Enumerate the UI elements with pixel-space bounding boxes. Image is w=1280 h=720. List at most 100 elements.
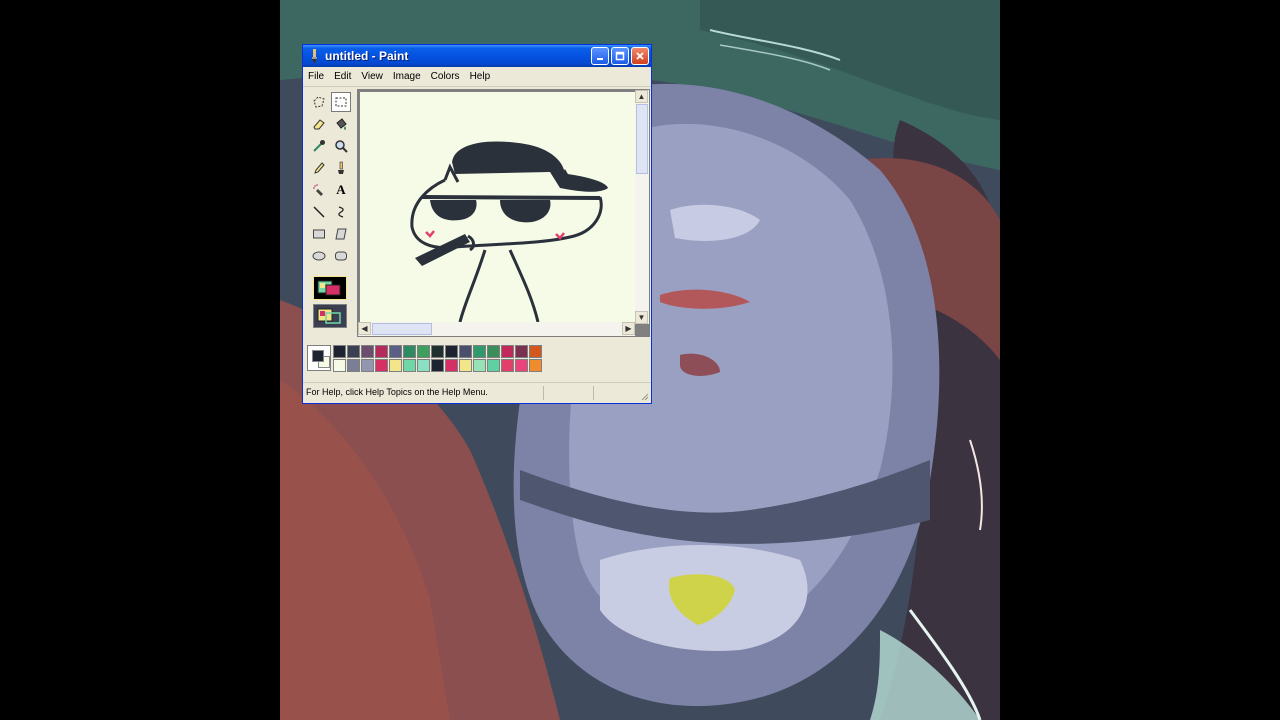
menu-bar: File Edit View Image Colors Help — [303, 68, 651, 87]
tool-text[interactable]: A — [331, 180, 351, 200]
palette-color[interactable] — [473, 345, 486, 358]
palette-color[interactable] — [347, 345, 360, 358]
tool-rectangle[interactable] — [309, 224, 329, 244]
palette-color[interactable] — [459, 345, 472, 358]
horizontal-scroll-thumb[interactable] — [372, 323, 432, 335]
color-picker-icon — [313, 140, 325, 152]
tool-option-opaque[interactable] — [313, 276, 347, 300]
tool-airbrush[interactable] — [309, 180, 329, 200]
maximize-button[interactable] — [611, 47, 629, 65]
scroll-left-arrow[interactable]: ◀ — [358, 322, 371, 335]
current-colors[interactable] — [307, 345, 331, 371]
palette-color[interactable] — [403, 345, 416, 358]
menu-image[interactable]: Image — [388, 68, 426, 86]
tool-polygon[interactable] — [331, 224, 351, 244]
palette-color[interactable] — [445, 359, 458, 372]
curve-icon — [338, 206, 344, 218]
scroll-up-arrow[interactable]: ▲ — [635, 90, 648, 103]
fill-bucket-icon — [336, 118, 347, 130]
palette-color[interactable] — [389, 345, 402, 358]
tool-curve[interactable] — [331, 202, 351, 222]
palette-color[interactable] — [375, 345, 388, 358]
tool-brush[interactable] — [331, 158, 351, 178]
maximize-icon — [615, 51, 625, 61]
palette-color[interactable] — [529, 359, 542, 372]
tool-ellipse[interactable] — [309, 246, 329, 266]
airbrush-icon — [313, 184, 323, 196]
tool-rounded-rect[interactable] — [331, 246, 351, 266]
menu-edit[interactable]: Edit — [329, 68, 356, 86]
palette-color[interactable] — [487, 345, 500, 358]
menu-colors[interactable]: Colors — [426, 68, 465, 86]
scroll-right-arrow[interactable]: ▶ — [622, 322, 635, 335]
menu-view[interactable]: View — [356, 68, 388, 86]
tool-rect-select[interactable] — [331, 92, 351, 112]
rect-select-icon — [335, 97, 347, 107]
rectangle-icon — [313, 229, 325, 239]
text-icon: A — [336, 182, 346, 197]
menu-file[interactable]: File — [303, 68, 329, 86]
scroll-down-arrow[interactable]: ▼ — [635, 311, 648, 324]
tool-option-transparent[interactable] — [313, 304, 347, 328]
palette-color[interactable] — [403, 359, 416, 372]
palette-color[interactable] — [333, 345, 346, 358]
palette-color[interactable] — [529, 345, 542, 358]
tool-pencil[interactable] — [309, 158, 329, 178]
palette-color[interactable] — [375, 359, 388, 372]
free-form-select-icon — [313, 96, 325, 108]
palette-color[interactable] — [515, 359, 528, 372]
palette-color[interactable] — [501, 359, 514, 372]
vertical-scroll-thumb[interactable] — [636, 104, 648, 174]
close-icon — [636, 52, 644, 60]
minimize-button[interactable] — [591, 47, 609, 65]
tool-line[interactable] — [309, 202, 329, 222]
palette-color[interactable] — [333, 359, 346, 372]
tool-eraser[interactable] — [309, 114, 329, 134]
palette-color[interactable] — [417, 359, 430, 372]
color-palette — [307, 345, 542, 373]
shapes-transparent-icon — [317, 308, 341, 324]
status-separator — [593, 386, 594, 400]
doodle-drawing — [410, 141, 608, 323]
shapes-opaque-icon — [317, 280, 341, 296]
menu-help[interactable]: Help — [465, 68, 496, 86]
palette-color[interactable] — [487, 359, 500, 372]
palette-color[interactable] — [347, 359, 360, 372]
palette-color[interactable] — [515, 345, 528, 358]
brush-icon — [338, 161, 344, 174]
line-icon — [313, 206, 325, 218]
palette-color[interactable] — [473, 359, 486, 372]
palette-color[interactable] — [389, 359, 402, 372]
status-bar: For Help, click Help Topics on the Help … — [303, 382, 651, 403]
title-bar[interactable]: untitled - Paint — [303, 45, 651, 67]
vertical-scrollbar[interactable]: ▲ ▼ — [635, 90, 649, 324]
tool-free-form-select[interactable] — [309, 92, 329, 112]
status-separator — [543, 386, 544, 400]
palette-color[interactable] — [431, 345, 444, 358]
pencil-icon — [314, 162, 325, 174]
window-title: untitled - Paint — [325, 49, 409, 63]
close-button[interactable] — [631, 47, 649, 65]
palette-color[interactable] — [445, 345, 458, 358]
toolbox: A — [307, 90, 353, 334]
magnifier-icon — [335, 140, 348, 153]
palette-color[interactable] — [417, 345, 430, 358]
palette-color[interactable] — [431, 359, 444, 372]
paint-brush-icon — [307, 48, 321, 64]
horizontal-scrollbar[interactable]: ◀ ▶ — [358, 322, 635, 336]
resize-grip-icon[interactable] — [639, 391, 649, 401]
tool-color-picker[interactable] — [309, 136, 329, 156]
paint-window: untitled - Paint File Edit View Image Co… — [302, 44, 652, 404]
palette-color[interactable] — [501, 345, 514, 358]
tool-magnifier[interactable] — [331, 136, 351, 156]
drawing-canvas[interactable] — [360, 92, 635, 324]
polygon-icon — [335, 228, 347, 240]
rounded-rect-icon — [335, 251, 347, 261]
minimize-icon — [597, 58, 603, 60]
palette-color[interactable] — [459, 359, 472, 372]
palette-color[interactable] — [361, 359, 374, 372]
canvas-area: ▲ ▼ ◀ ▶ — [357, 89, 650, 337]
tool-fill[interactable] — [331, 114, 351, 134]
palette-color[interactable] — [361, 345, 374, 358]
ellipse-icon — [312, 251, 326, 261]
